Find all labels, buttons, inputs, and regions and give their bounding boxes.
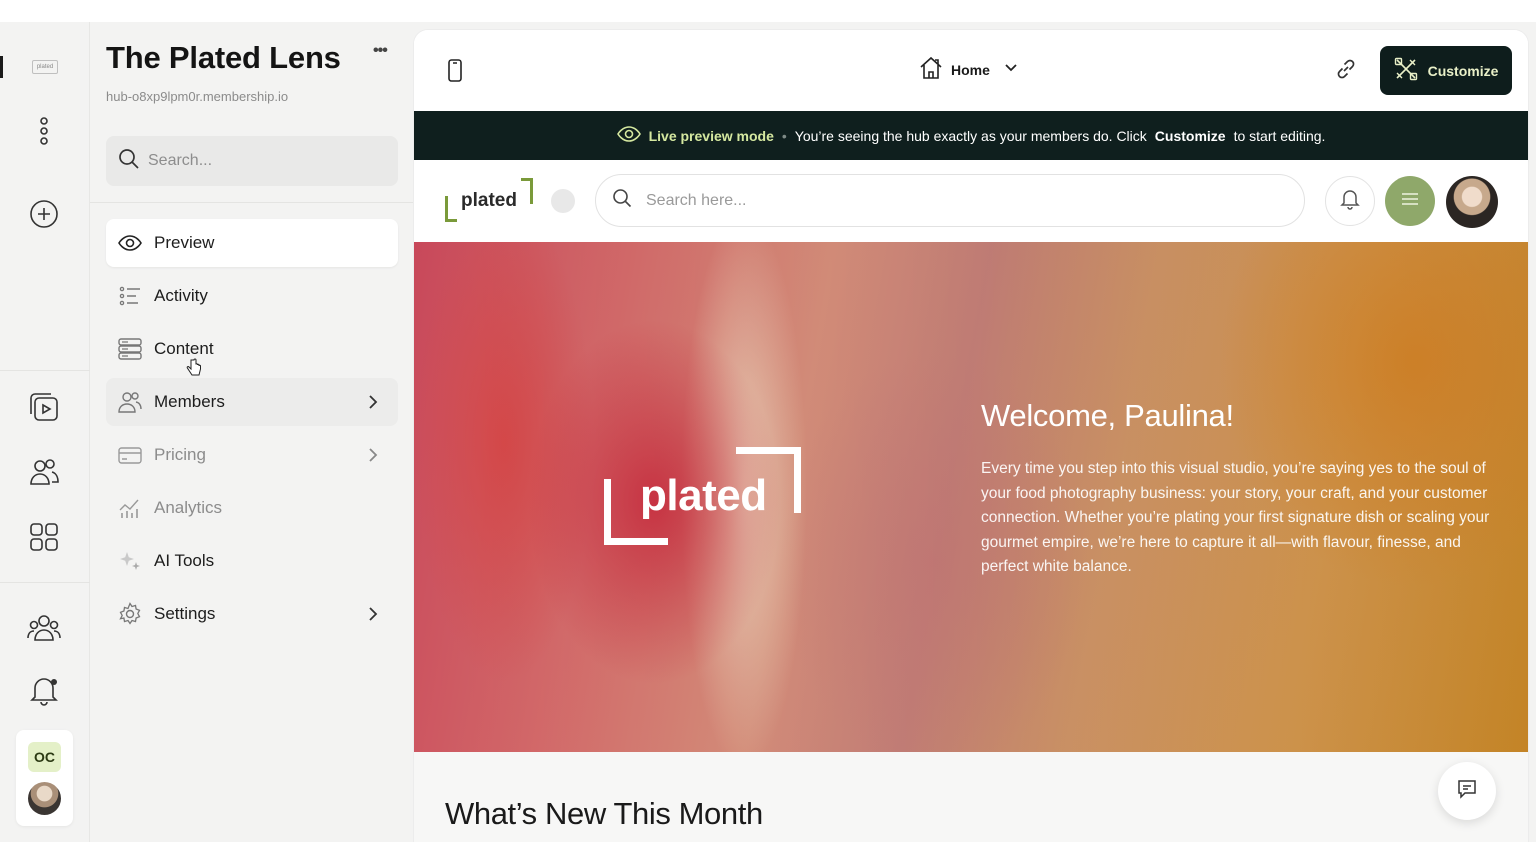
bell-icon	[1340, 188, 1360, 215]
hub-search-input[interactable]	[646, 191, 1246, 210]
hub-menu-button[interactable]	[1385, 176, 1435, 226]
rail-divider	[0, 370, 90, 371]
rail-divider	[0, 582, 90, 583]
credit-card-icon	[118, 443, 142, 467]
avatar[interactable]	[28, 782, 61, 815]
hero-title: Welcome, Paulina!	[981, 398, 1234, 433]
banner-message-end: to start editing.	[1233, 127, 1326, 144]
apps-grid-icon[interactable]	[24, 517, 64, 557]
analytics-chart-icon	[118, 496, 142, 520]
whats-new-section: What’s New This Month	[414, 752, 1528, 842]
app-frame: plated OC The Plated Lens ••• hub-o8xp9l…	[0, 22, 1536, 842]
account-switcher: OC	[16, 730, 73, 826]
sidebar-item-preview[interactable]: Preview	[106, 219, 398, 267]
sidebar-item-settings[interactable]: Settings	[106, 590, 398, 638]
live-preview-label: Live preview mode	[648, 127, 774, 144]
chat-icon	[1456, 778, 1478, 805]
hero-description: Every time you step into this visual stu…	[981, 460, 1490, 575]
tools-icon	[1394, 57, 1418, 84]
sidebar-item-label: Activity	[154, 286, 208, 305]
hub-logo-text: plated	[461, 190, 517, 211]
banner-message: You’re seeing the hub exactly as your me…	[794, 127, 1147, 144]
sidebar-divider	[90, 202, 414, 203]
hand-cursor-icon	[186, 358, 201, 376]
chevron-down-icon	[1004, 61, 1018, 78]
banner-separator: •	[781, 127, 787, 144]
page-selector[interactable]: Home	[919, 56, 1018, 83]
mobile-preview-icon[interactable]	[445, 58, 465, 89]
sidebar-item-label: Content	[154, 339, 214, 358]
more-vertical-icon[interactable]	[24, 111, 64, 151]
icon-rail: plated OC	[0, 22, 90, 842]
customize-button[interactable]: Customize	[1380, 46, 1512, 95]
sidebar-item-label: AI Tools	[154, 551, 215, 570]
sidebar-item-members[interactable]: Members	[106, 378, 398, 426]
eye-icon	[616, 122, 641, 149]
hero-logo: plated	[604, 447, 804, 547]
members-icon	[118, 390, 142, 414]
chevron-right-icon	[369, 607, 378, 621]
banner-customize-keyword: Customize	[1154, 127, 1226, 144]
search-icon	[118, 148, 140, 175]
search-icon	[612, 188, 632, 213]
page-title: The Plated Lens	[106, 40, 341, 75]
content-stack-icon	[118, 337, 142, 361]
preview-toolbar: Home Customize	[414, 30, 1528, 111]
section-title: What’s New This Month	[445, 796, 763, 831]
more-options-icon[interactable]: •••	[373, 42, 388, 60]
sparkles-icon	[118, 549, 142, 573]
chevron-right-icon	[369, 448, 378, 462]
sidebar-item-pricing[interactable]: Pricing	[106, 431, 398, 479]
add-circle-icon[interactable]	[24, 194, 64, 234]
preview-panel: Home Customize Live preview mode • You’r…	[414, 30, 1528, 842]
hub-search-bar	[595, 174, 1305, 227]
sidebar-search	[106, 136, 398, 186]
home-icon	[919, 56, 943, 83]
copy-link-icon[interactable]	[1334, 57, 1358, 86]
sidebar-nav: Preview Activity Content Members Pricing…	[106, 219, 398, 643]
hamburger-icon	[1401, 192, 1419, 211]
activity-list-icon	[118, 284, 142, 308]
hub-logo[interactable]: plated	[445, 178, 541, 224]
hub-url: hub-o8xp9lpm0r.membership.io	[106, 89, 289, 104]
page-selector-label: Home	[951, 61, 990, 78]
active-workspace-marker	[0, 56, 3, 78]
workspace-logo[interactable]: plated	[32, 60, 58, 74]
sidebar-item-content[interactable]: Content	[106, 325, 398, 373]
sidebar-item-label: Preview	[154, 233, 215, 252]
hero-logo-text: plated	[640, 471, 767, 520]
sidebar-item-ai-tools[interactable]: AI Tools	[106, 537, 398, 585]
sidebar-item-label: Settings	[154, 604, 216, 623]
chevron-right-icon	[369, 395, 378, 409]
chat-button[interactable]	[1438, 762, 1496, 820]
sidebar-item-label: Pricing	[154, 445, 206, 464]
sidebar-item-activity[interactable]: Activity	[106, 272, 398, 320]
sidebar-item-label: Analytics	[154, 498, 223, 517]
avatar[interactable]	[1446, 176, 1498, 228]
customize-label: Customize	[1427, 62, 1499, 79]
hero-banner: plated Welcome, Paulina! Every time you …	[414, 242, 1528, 752]
notification-bell-icon[interactable]	[24, 670, 64, 710]
sidebar-item-analytics[interactable]: Analytics	[106, 484, 398, 532]
eye-icon	[118, 231, 142, 255]
hub-header: plated	[414, 160, 1528, 242]
sidebar: The Plated Lens ••• hub-o8xp9lpm0r.membe…	[90, 22, 414, 842]
organization-badge[interactable]: OC	[28, 742, 61, 772]
live-preview-banner: Live preview mode • You’re seeing the hu…	[414, 111, 1528, 160]
sidebar-item-label: Members	[154, 392, 225, 411]
search-input[interactable]	[148, 152, 378, 170]
gear-icon	[118, 602, 142, 626]
users-icon[interactable]	[24, 452, 64, 492]
status-indicator	[551, 189, 575, 213]
notifications-button[interactable]	[1325, 176, 1375, 226]
video-library-icon[interactable]	[24, 387, 64, 427]
community-icon[interactable]	[24, 607, 64, 647]
